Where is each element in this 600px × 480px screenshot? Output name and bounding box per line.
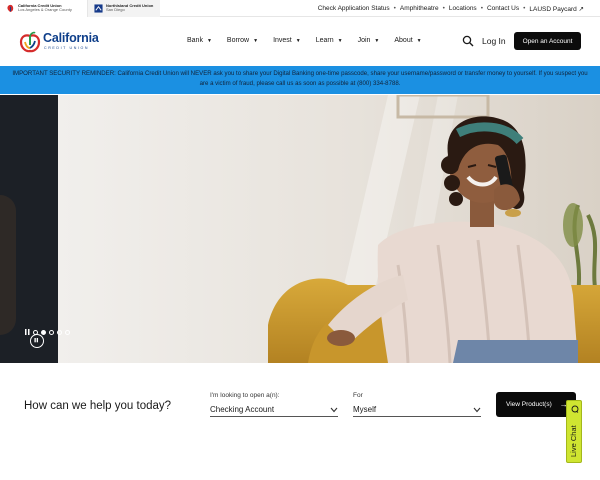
nav-label: About [394,37,413,44]
nav-label: Join [357,37,371,44]
account-type-select[interactable]: Checking Account [210,403,338,417]
nav-join[interactable]: Join ▼ [358,37,380,44]
logo-subtitle: CREDIT UNION [44,46,90,50]
link-contact-us[interactable]: Contact Us [487,5,519,12]
brand-region: Los Angeles & Orange County [18,7,72,12]
chevron-down-icon [330,407,338,412]
previous-slide-preview [0,95,58,363]
link-lausd-paycard[interactable]: LAUSD Paycard ↗ [529,5,584,13]
security-alert-banner: IMPORTANT SECURITY REMINDER: California … [0,66,600,94]
separator-dot: • [393,5,396,12]
account-type-value: Checking Account [210,405,275,414]
search-icon[interactable] [462,35,474,47]
link-amphitheatre[interactable]: Amphitheatre [400,5,439,12]
link-lausd-paycard-label: LAUSD Paycard [529,5,577,13]
finder-question: How can we help you today? [24,400,172,412]
view-products-label: View Product(s) [506,401,552,408]
chevron-down-icon: ▼ [295,37,301,44]
nav-bank[interactable]: Bank ▼ [187,37,212,44]
chevron-down-icon [473,407,481,412]
nav-borrow[interactable]: Borrow ▼ [227,37,258,44]
carousel-dot[interactable] [49,329,54,335]
login-link[interactable]: Log In [482,36,506,46]
utility-links: Check Application Status • Amphitheatre … [318,0,584,17]
brand-tab-california[interactable]: California Credit Union Los Angeles & Or… [0,0,88,17]
brand-region: San Diego [106,7,125,12]
carousel-dot[interactable] [57,329,62,335]
chevron-down-icon: ▼ [206,37,212,44]
pause-icon [34,338,39,343]
open-type-label: I'm looking to open a(n): [210,392,280,399]
previous-slide-image [0,195,16,335]
chevron-down-icon: ▼ [416,37,422,44]
open-account-button[interactable]: Open an Account [514,32,581,50]
chevron-down-icon: ▼ [374,37,380,44]
separator-dot: • [523,5,526,12]
chevron-down-icon: ▼ [253,37,259,44]
utility-bar: California Credit Union Los Angeles & Or… [0,0,600,17]
live-chat-label: Live Chat [569,425,578,457]
live-chat-tab[interactable]: Live Chat [566,400,582,463]
chevron-down-icon: ▼ [337,37,343,44]
nav-label: Borrow [226,37,250,44]
brand-tab-northisland[interactable]: NorthIsland Credit Union San Diego [88,0,160,17]
page: California Credit Union Los Angeles & Or… [0,0,600,480]
logo-wordmark: California [43,31,99,45]
carousel-dot[interactable] [65,329,70,335]
link-check-application-status[interactable]: Check Application Status [318,5,390,12]
product-finder: How can we help you today? I'm looking t… [0,363,600,480]
hero-carousel [0,95,600,363]
nav-about[interactable]: About ▼ [394,37,421,44]
primary-menu: Bank ▼ Borrow ▼ Invest ▼ Learn ▼ Join ▼ About… [187,37,437,44]
nav-learn[interactable]: Learn ▼ [316,37,343,44]
hero-image [58,95,600,363]
northisland-logo-icon [94,3,103,13]
for-label: For [353,392,363,399]
external-link-icon: ↗ [578,5,584,13]
chat-bubble-icon [571,405,579,413]
apple-logo-icon [19,31,41,53]
site-logo[interactable]: California CREDIT UNION [19,31,99,53]
california-logo-icon [7,4,14,12]
nav-label: Bank [187,37,203,44]
main-navigation: California CREDIT UNION Bank ▼ Borrow ▼ In… [0,17,600,66]
carousel-pause-button[interactable] [30,334,44,348]
link-locations[interactable]: Locations [449,5,477,12]
separator-dot: • [480,5,483,12]
for-value: Myself [353,405,377,414]
pause-icon[interactable] [25,329,30,335]
separator-dot: • [442,5,445,12]
nav-invest[interactable]: Invest ▼ [273,37,301,44]
nav-label: Learn [315,37,334,44]
nav-label: Invest [273,37,292,44]
carousel-dot-active[interactable] [41,329,46,335]
view-products-button[interactable]: View Product(s) → [496,392,576,417]
for-select[interactable]: Myself [353,403,481,417]
